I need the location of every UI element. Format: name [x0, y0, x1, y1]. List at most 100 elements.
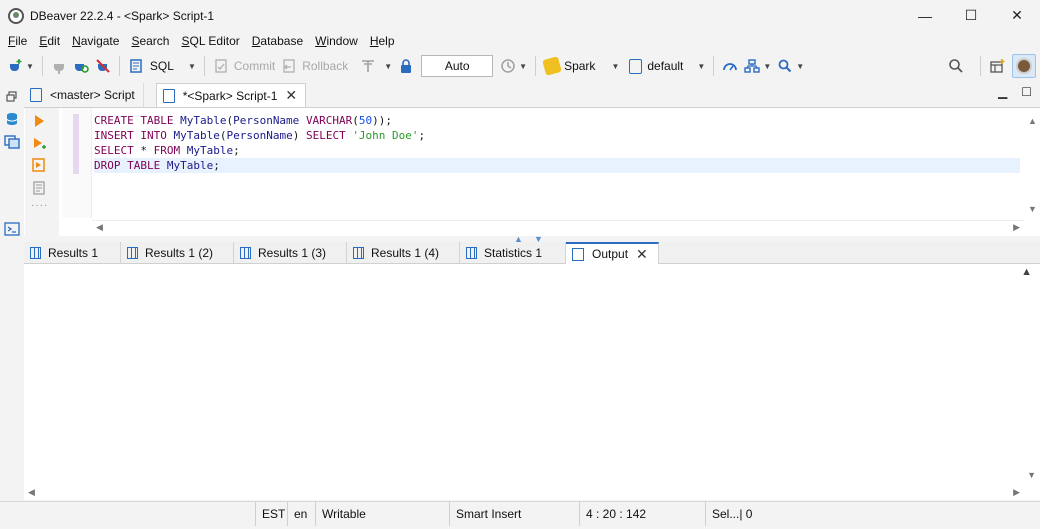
code-token: MyTable	[186, 144, 234, 157]
code-line[interactable]: CREATE TABLE MyTable(PersonName VARCHAR(…	[94, 113, 1020, 128]
plug-icon	[53, 60, 64, 74]
active-schema-selector[interactable]: default ▼	[626, 53, 708, 79]
tab-results-1-3[interactable]: Results 1 (3)	[234, 242, 347, 264]
code-token: PersonName	[233, 114, 306, 127]
maximize-panel-icon[interactable]: ☐	[1021, 85, 1032, 99]
transaction-history-button[interactable]: ▼	[497, 53, 530, 79]
tab-results-1-2[interactable]: Results 1 (2)	[121, 242, 234, 264]
menu-navigate[interactable]: Navigate	[66, 34, 125, 48]
menu-search[interactable]: Search	[125, 34, 175, 48]
menu-mnemonic: W	[315, 34, 327, 48]
commit-button[interactable]: Commit	[210, 53, 278, 79]
database-navigator-icon[interactable]	[4, 111, 20, 127]
chevron-down-icon[interactable]: ▼	[796, 62, 804, 71]
tab-spark-script[interactable]: *<Spark> Script-1 ✕	[155, 83, 307, 107]
close-window-button[interactable]: ✕	[994, 0, 1040, 31]
scroll-down-icon[interactable]: ▼	[1028, 204, 1037, 214]
database-tasks-button[interactable]: ▼	[741, 53, 774, 79]
chevron-down-icon[interactable]: ▼	[384, 62, 392, 71]
menu-edit[interactable]: Edit	[33, 34, 66, 48]
rollback-button[interactable]: Rollback	[278, 53, 351, 79]
chevron-down-icon[interactable]: ▼	[611, 62, 619, 71]
code-token: ;	[213, 159, 220, 172]
code-token: CREATE TABLE	[94, 114, 181, 127]
window-controls: — ☐ ✕	[902, 0, 1040, 31]
menu-database[interactable]: Database	[246, 34, 309, 48]
menu-sql-editor[interactable]: SQL Editor	[175, 34, 245, 48]
menu-file[interactable]: File	[2, 34, 33, 48]
close-icon[interactable]: ✕	[285, 87, 297, 104]
tab-master-script[interactable]: <master> Script	[24, 83, 144, 107]
active-datasource-selector[interactable]: Spark ▼	[541, 53, 622, 79]
scroll-down-icon[interactable]: ▼	[1027, 470, 1036, 480]
code-token: MyTable	[173, 129, 220, 142]
chevron-down-icon[interactable]: ▼	[697, 62, 705, 71]
chevron-down-icon[interactable]: ▼	[26, 62, 34, 71]
sql-editor-button[interactable]: SQL ▼	[125, 53, 199, 79]
spark-icon	[542, 56, 562, 76]
global-search-button[interactable]	[945, 53, 967, 79]
tab-statistics-1[interactable]: Statistics 1	[460, 242, 566, 264]
editor-horizontal-scrollbar[interactable]: ◀ ▶	[92, 220, 1024, 234]
tab-results-1[interactable]: Results 1	[24, 242, 121, 264]
status-bar: EST en Writable Smart Insert 4 : 20 : 14…	[0, 501, 1040, 529]
menu-label-rest: ile	[15, 34, 28, 48]
code-area[interactable]: CREATE TABLE MyTable(PersonName VARCHAR(…	[94, 113, 1020, 173]
tab-results-1-4[interactable]: Results 1 (4)	[347, 242, 460, 264]
tab-output[interactable]: Output ✕	[566, 242, 659, 264]
code-line[interactable]: SELECT * FROM MyTable;	[94, 143, 1020, 158]
datasource-label: Spark	[564, 59, 596, 73]
editor-tab-controls: ▁ ☐	[998, 85, 1032, 99]
transaction-log-button[interactable]: ▼	[357, 53, 395, 79]
output-panel[interactable]: ▲ ▼ ◀ ▶	[24, 264, 1040, 500]
window-title: DBeaver 22.2.4 - <Spark> Script-1	[30, 8, 215, 23]
connect-button[interactable]	[48, 53, 70, 79]
menu-window[interactable]: Window	[309, 34, 364, 48]
chevron-down-icon[interactable]: ▼	[519, 62, 527, 71]
grid-icon	[466, 247, 477, 259]
dashboard-button[interactable]	[719, 53, 741, 79]
sql-script-icon	[30, 88, 42, 102]
sql-editor[interactable]: ···· CREATE TABLE MyTable (PersonName VAR…	[24, 107, 1040, 237]
transaction-mode-icon	[362, 60, 375, 72]
execute-statement-icon[interactable]	[32, 114, 46, 128]
close-icon[interactable]: ✕	[636, 246, 648, 263]
explain-plan-icon[interactable]	[32, 181, 46, 195]
chevron-down-icon[interactable]: ▼	[188, 62, 196, 71]
editor-action-bar: ····	[25, 108, 59, 237]
editor-vertical-scrollbar[interactable]: ▲ ▼	[1024, 108, 1040, 218]
lock-button[interactable]	[395, 53, 417, 79]
chevron-down-icon[interactable]: ▼	[763, 62, 771, 71]
dbeaver-perspective-button[interactable]	[1012, 54, 1036, 78]
restore-icon[interactable]	[4, 89, 20, 105]
new-connection-button[interactable]: ▼	[4, 53, 37, 79]
transaction-mode-field[interactable]: Auto	[421, 55, 494, 77]
menu-bar: File Edit Navigate Search SQL Editor Database…	[0, 31, 1040, 51]
minimize-button[interactable]: —	[902, 0, 948, 31]
minimize-panel-icon[interactable]: ▁	[998, 85, 1007, 99]
search-toolbar-button[interactable]: ▼	[774, 53, 807, 79]
code-line[interactable]: DROP TABLE MyTable;	[94, 158, 1020, 173]
invalidate-reconnect-button[interactable]	[70, 53, 92, 79]
maximize-button[interactable]: ☐	[948, 0, 994, 31]
open-perspective-button[interactable]	[986, 53, 1008, 79]
scroll-right-icon[interactable]: ▶	[1013, 222, 1020, 233]
scroll-right-icon[interactable]: ▶	[1013, 487, 1020, 498]
title-bar: DBeaver 22.2.4 - <Spark> Script-1 — ☐ ✕	[0, 0, 1040, 31]
projects-icon[interactable]	[4, 133, 20, 149]
sql-console-icon[interactable]	[4, 221, 20, 237]
more-icon[interactable]: ····	[31, 200, 48, 211]
commit-label: Commit	[233, 59, 276, 73]
editor-tab-bar: <master> Script *<Spark> Script-1 ✕ ▁ ☐	[24, 83, 1040, 107]
collapse-up-icon[interactable]: ▲	[1021, 266, 1032, 278]
tab-label: Results 1 (3)	[258, 246, 327, 260]
code-line[interactable]: INSERT INTO MyTable(PersonName) SELECT '…	[94, 128, 1020, 143]
menu-help[interactable]: Help	[364, 34, 401, 48]
scroll-up-icon[interactable]: ▲	[1028, 116, 1037, 126]
code-token: )	[292, 129, 306, 142]
scroll-left-icon[interactable]: ◀	[96, 222, 103, 233]
execute-script-icon[interactable]	[32, 137, 46, 151]
execute-in-new-tab-icon[interactable]	[32, 158, 46, 172]
disconnect-button[interactable]	[92, 53, 114, 79]
scroll-left-icon[interactable]: ◀	[28, 487, 35, 498]
